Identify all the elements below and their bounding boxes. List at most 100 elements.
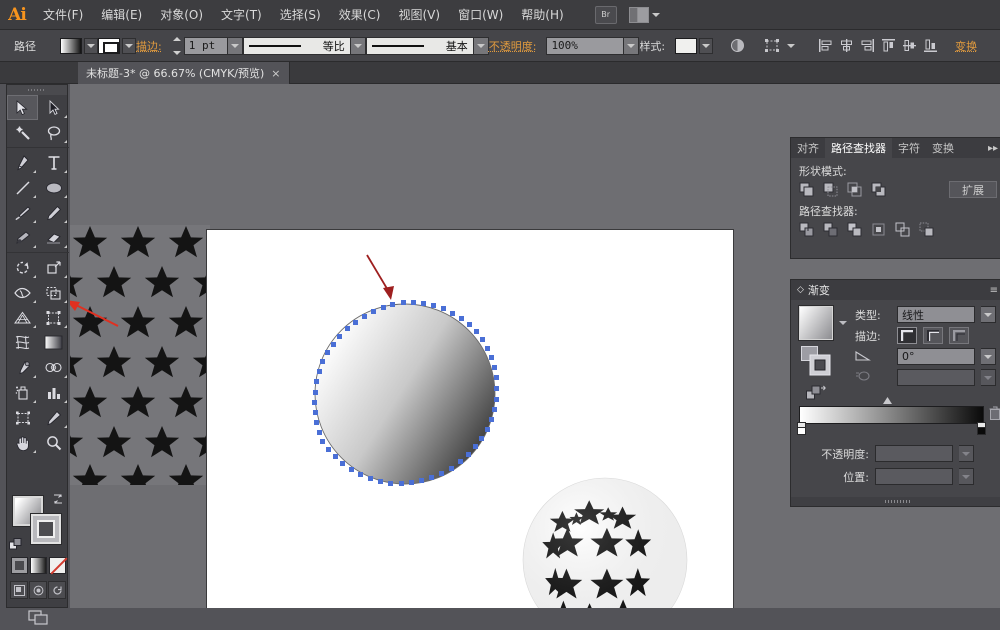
width-tool[interactable] [7, 280, 38, 305]
panel-menu-icon[interactable]: ≡ [990, 285, 998, 296]
align-right-button[interactable] [860, 36, 875, 55]
gradient-tool[interactable] [38, 330, 69, 355]
workspace-switcher[interactable] [629, 7, 660, 23]
graphic-style-swatch[interactable] [675, 38, 697, 54]
gradient-stop-end[interactable] [977, 422, 986, 435]
fill-swatch[interactable] [60, 38, 82, 54]
menu-help[interactable]: 帮助(H) [512, 0, 572, 30]
transform-chevron-icon[interactable] [787, 44, 795, 48]
stroke-profile-dropdown[interactable] [351, 37, 366, 55]
magic-wand-tool[interactable] [7, 120, 38, 145]
rotate-tool[interactable] [7, 255, 38, 280]
gradient-presets-chevron-icon[interactable] [839, 321, 847, 325]
blob-brush-tool[interactable] [7, 225, 38, 250]
blend-tool[interactable] [38, 355, 69, 380]
brush-definition-dropdown[interactable] [474, 37, 489, 55]
expand-button[interactable]: 扩展 [949, 181, 997, 198]
stroke-weight-dropdown[interactable] [228, 37, 243, 55]
graphic-style-dropdown[interactable] [699, 38, 713, 54]
unite-button[interactable] [798, 181, 815, 198]
menu-view[interactable]: 视图(V) [389, 0, 449, 30]
exclude-button[interactable] [870, 181, 887, 198]
opacity-mask-icon[interactable] [730, 36, 745, 55]
stroke-gradient-along[interactable] [923, 327, 943, 344]
gradient-angle-input[interactable]: 0° [897, 348, 975, 365]
none-mode-button[interactable] [49, 557, 66, 574]
menu-edit[interactable]: 编辑(E) [92, 0, 151, 30]
ellipse-tool[interactable] [38, 175, 69, 200]
stroke-swatch[interactable] [31, 514, 61, 544]
crop-button[interactable] [870, 221, 887, 238]
pen-tool[interactable] [7, 150, 38, 175]
document-tab[interactable]: 未标题-3* @ 66.67% (CMYK/预览) × [78, 62, 290, 84]
selection-tool[interactable] [7, 95, 38, 120]
stroke-swatch-control[interactable] [98, 38, 136, 54]
tab-character[interactable]: 字符 [892, 138, 926, 158]
fill-dropdown-button[interactable] [84, 38, 98, 54]
stroke-weight-label[interactable]: 描边: [136, 38, 162, 54]
bridge-button[interactable]: Br [595, 6, 617, 24]
type-tool[interactable] [38, 150, 69, 175]
trim-button[interactable] [822, 221, 839, 238]
scale-tool[interactable] [38, 255, 69, 280]
eyedropper-tool[interactable] [7, 355, 38, 380]
star-pattern-tile[interactable] [70, 225, 210, 485]
shape-builder-tool[interactable] [38, 280, 69, 305]
gradient-stop-start[interactable] [797, 422, 806, 435]
menu-object[interactable]: 对象(O) [151, 0, 212, 30]
outline-button[interactable] [894, 221, 911, 238]
swap-fill-stroke-icon[interactable] [51, 492, 65, 506]
stroke-profile-value[interactable]: 等比 [243, 37, 351, 55]
stroke-dropdown-button[interactable] [122, 38, 136, 54]
reverse-gradient-icon[interactable] [806, 385, 826, 404]
menu-type[interactable]: 文字(T) [212, 0, 271, 30]
menu-window[interactable]: 窗口(W) [449, 0, 512, 30]
transform-proxy-icon[interactable] [765, 36, 781, 55]
gradient-type-value[interactable]: 线性 [897, 306, 975, 323]
zoom-tool[interactable] [38, 430, 69, 455]
delete-stop-icon[interactable] [989, 406, 1000, 421]
divide-button[interactable] [798, 221, 815, 238]
tools-panel-grip[interactable] [7, 85, 67, 95]
close-icon[interactable]: × [271, 67, 280, 80]
line-segment-tool[interactable] [7, 175, 38, 200]
align-center-vertical-button[interactable] [902, 36, 917, 55]
opacity-input[interactable]: 100% [546, 37, 624, 55]
gradient-location-dropdown[interactable] [959, 468, 974, 485]
gradient-angle-dropdown[interactable] [981, 348, 996, 365]
perspective-grid-tool[interactable] [7, 305, 38, 330]
merge-button[interactable] [846, 221, 863, 238]
gradient-opacity-input[interactable] [875, 445, 953, 462]
tab-align[interactable]: 对齐 [791, 138, 825, 158]
stroke-weight-stepper[interactable] [172, 37, 183, 55]
align-bottom-button[interactable] [923, 36, 938, 55]
align-left-button[interactable] [818, 36, 833, 55]
pencil-tool[interactable] [38, 200, 69, 225]
fill-swatch-control[interactable] [60, 38, 98, 54]
fullscreen-mode[interactable] [48, 581, 66, 599]
fill-stroke-target-icon[interactable] [801, 346, 831, 379]
tab-pathfinder[interactable]: 路径查找器 [825, 138, 892, 158]
menu-effect[interactable]: 效果(C) [330, 0, 390, 30]
gradient-opacity-dropdown[interactable] [959, 445, 974, 462]
panel-menu-icon[interactable]: ▸▸ [982, 138, 1000, 158]
hand-tool[interactable] [7, 430, 38, 455]
color-mode-button[interactable] [11, 557, 28, 574]
intersect-button[interactable] [846, 181, 863, 198]
panel-resize-grip[interactable] [791, 497, 1000, 506]
menu-select[interactable]: 选择(S) [271, 0, 330, 30]
eraser-tool[interactable] [38, 225, 69, 250]
gradient-mode-button[interactable] [30, 557, 47, 574]
gradient-aspect-dropdown[interactable] [981, 369, 996, 386]
opacity-dropdown[interactable] [624, 37, 639, 55]
artboard[interactable] [207, 230, 733, 608]
normal-screen-mode[interactable] [10, 581, 28, 599]
gradient-slider[interactable] [799, 406, 984, 424]
brush-definition-value[interactable]: 基本 [366, 37, 474, 55]
panel-collapse-icon[interactable]: ◇ [797, 285, 804, 295]
opacity-control[interactable]: 100% [546, 37, 639, 55]
gradient-location-input[interactable] [875, 468, 953, 485]
stroke-weight-input[interactable]: 1 pt [184, 37, 228, 55]
slice-tool[interactable] [38, 405, 69, 430]
gradient-aspect-input[interactable] [897, 369, 975, 386]
